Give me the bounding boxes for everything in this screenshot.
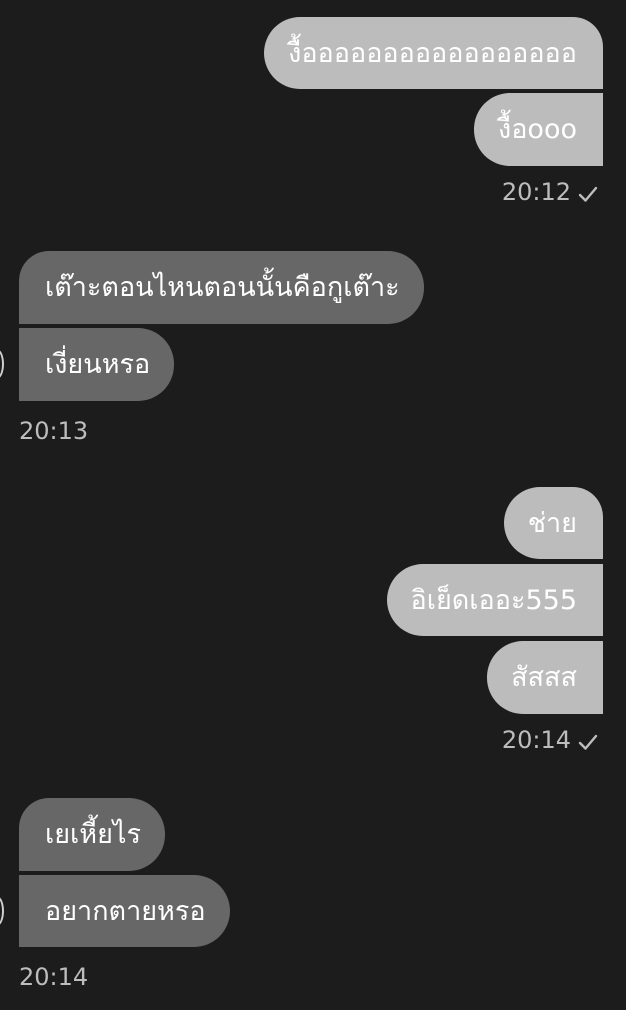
message-text: อยากตายหรอ <box>45 895 206 927</box>
check-icon <box>578 734 598 750</box>
message-text: เยเหี้ยไร <box>45 819 141 850</box>
avatar-icon[interactable] <box>0 349 4 379</box>
incoming-message-bubble[interactable]: เงี่ยนหรอ <box>19 328 175 401</box>
message-text: สัสสส <box>511 662 577 693</box>
message-timestamp: 20:13 <box>19 417 89 445</box>
outgoing-message-bubble[interactable]: งื้อออออออออออออออออ <box>264 17 603 89</box>
incoming-message-bubble[interactable]: เยเหี้ยไร <box>19 798 165 871</box>
incoming-message-bubble[interactable]: เต๊าะตอนไหนตอนนั้นคือกูเต๊าะ <box>19 251 424 324</box>
outgoing-message-bubble[interactable]: งื้อooo <box>474 93 603 166</box>
message-timestamp: 20:12 <box>501 178 571 206</box>
incoming-message-bubble[interactable]: อยากตายหรอ <box>19 875 230 947</box>
message-text: งื้อออออออออออออออออ <box>288 37 577 69</box>
outgoing-message-bubble[interactable]: อิเย็ดเออะ555 <box>386 564 603 636</box>
check-icon <box>578 186 598 202</box>
outgoing-message-bubble[interactable]: สัสสส <box>487 641 603 714</box>
message-text: อิเย็ดเออะ555 <box>410 584 578 616</box>
outgoing-message-bubble[interactable]: ช่าย <box>503 487 603 559</box>
avatar-icon[interactable] <box>0 896 4 926</box>
message-text: เต๊าะตอนไหนตอนนั้นคือกูเต๊าะ <box>45 272 400 303</box>
message-text: งื้อooo <box>498 114 577 145</box>
message-text: ช่าย <box>527 507 577 539</box>
message-timestamp: 20:14 <box>19 963 89 991</box>
message-text: เงี่ยนหรอ <box>45 349 151 380</box>
message-timestamp: 20:14 <box>501 726 571 754</box>
